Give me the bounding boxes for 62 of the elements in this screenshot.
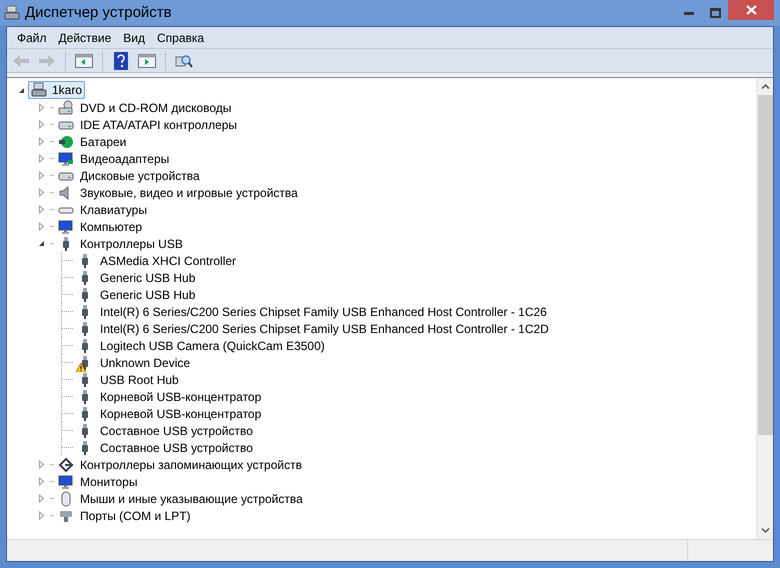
- window-title: Диспетчер устройств: [25, 2, 172, 23]
- right-arrow-icon: [38, 54, 56, 68]
- category-item[interactable]: Видеоадаптеры: [80, 150, 170, 168]
- menu-item[interactable]: Вид: [117, 28, 151, 46]
- device-item[interactable]: Составное USB устройство: [100, 438, 253, 456]
- category-item[interactable]: Компьютер: [80, 218, 142, 236]
- computer-icon: [31, 82, 47, 98]
- computer-icon: [3, 5, 21, 21]
- device-item[interactable]: Unknown Device: [100, 354, 190, 372]
- diamond-icon: [58, 456, 74, 472]
- menu-item[interactable]: Действие: [52, 28, 118, 46]
- category-item[interactable]: IDE ATA/ATAPI контроллеры: [80, 116, 238, 134]
- battery-icon: [58, 134, 74, 150]
- category-item[interactable]: Контроллеры USB: [80, 234, 183, 252]
- expand-arrow-icon[interactable]: [37, 137, 46, 146]
- collapse-arrow-icon[interactable]: [17, 86, 26, 94]
- device-item[interactable]: Generic USB Hub: [100, 286, 196, 304]
- monitor-icon: [58, 150, 74, 166]
- category-item[interactable]: Дисковые устройства: [80, 166, 200, 184]
- expand-arrow-icon[interactable]: [37, 222, 46, 231]
- category-item[interactable]: Звуковые, видео и игровые устройства: [80, 184, 298, 202]
- drive-icon: [58, 100, 74, 116]
- device-item[interactable]: Корневой USB-концентратор: [100, 404, 262, 422]
- close-button[interactable]: [728, 0, 774, 20]
- device-item[interactable]: Intel(R) 6 Series/C200 Series Chipset Family USB Enhanced Host Controller - 1C26: [100, 302, 547, 320]
- expand-arrow-icon[interactable]: [37, 477, 46, 486]
- expand-arrow-icon[interactable]: [37, 460, 46, 469]
- monitor-icon: [58, 218, 74, 234]
- help-icon: [114, 52, 128, 70]
- category-item[interactable]: DVD и CD-ROM дисководы: [80, 98, 232, 116]
- category-item[interactable]: Клавиатуры: [80, 200, 147, 218]
- close-icon: [746, 5, 756, 15]
- monitor-icon: [58, 474, 74, 490]
- device-item[interactable]: Logitech USB Camera (QuickCam E3500): [100, 336, 325, 354]
- collapse-arrow-icon[interactable]: [37, 239, 46, 248]
- device-item[interactable]: USB Root Hub: [100, 370, 179, 388]
- device-item[interactable]: Составное USB устройство: [100, 422, 253, 440]
- category-item[interactable]: Порты (COM и LPT): [80, 506, 191, 524]
- tree-root-item[interactable]: 1karo: [28, 81, 86, 99]
- category-item[interactable]: Батареи: [80, 132, 126, 150]
- menu-item[interactable]: Справка: [151, 28, 210, 46]
- expand-arrow-icon[interactable]: [37, 188, 46, 197]
- expand-arrow-icon[interactable]: [37, 103, 46, 112]
- device-item[interactable]: Корневой USB-концентратор: [100, 388, 262, 406]
- pane-icon: [75, 54, 93, 68]
- expand-arrow-icon[interactable]: [37, 154, 46, 163]
- expand-arrow-icon[interactable]: [37, 511, 46, 520]
- expand-arrow-icon[interactable]: [37, 120, 46, 129]
- expand-arrow-icon[interactable]: [37, 205, 46, 214]
- category-item[interactable]: Мониторы: [80, 472, 138, 490]
- device-item[interactable]: Generic USB Hub: [100, 268, 196, 286]
- device-item[interactable]: ASMedia XHCI Controller: [100, 252, 236, 270]
- menu-item[interactable]: Файл: [11, 28, 53, 46]
- expand-arrow-icon[interactable]: [37, 171, 46, 180]
- category-item[interactable]: Мыши и иные указывающие устройства: [80, 490, 303, 508]
- device-item[interactable]: Intel(R) 6 Series/C200 Series Chipset Family USB Enhanced Host Controller - 1C2D: [100, 320, 549, 338]
- expand-arrow-icon[interactable]: [37, 494, 46, 503]
- category-item[interactable]: Контроллеры запоминающих устройств: [80, 456, 302, 474]
- vertical-scrollbar[interactable]: [756, 78, 773, 539]
- scrollbar-thumb[interactable]: [758, 95, 772, 435]
- left-arrow-icon: [12, 54, 30, 68]
- pane-icon: [138, 54, 156, 68]
